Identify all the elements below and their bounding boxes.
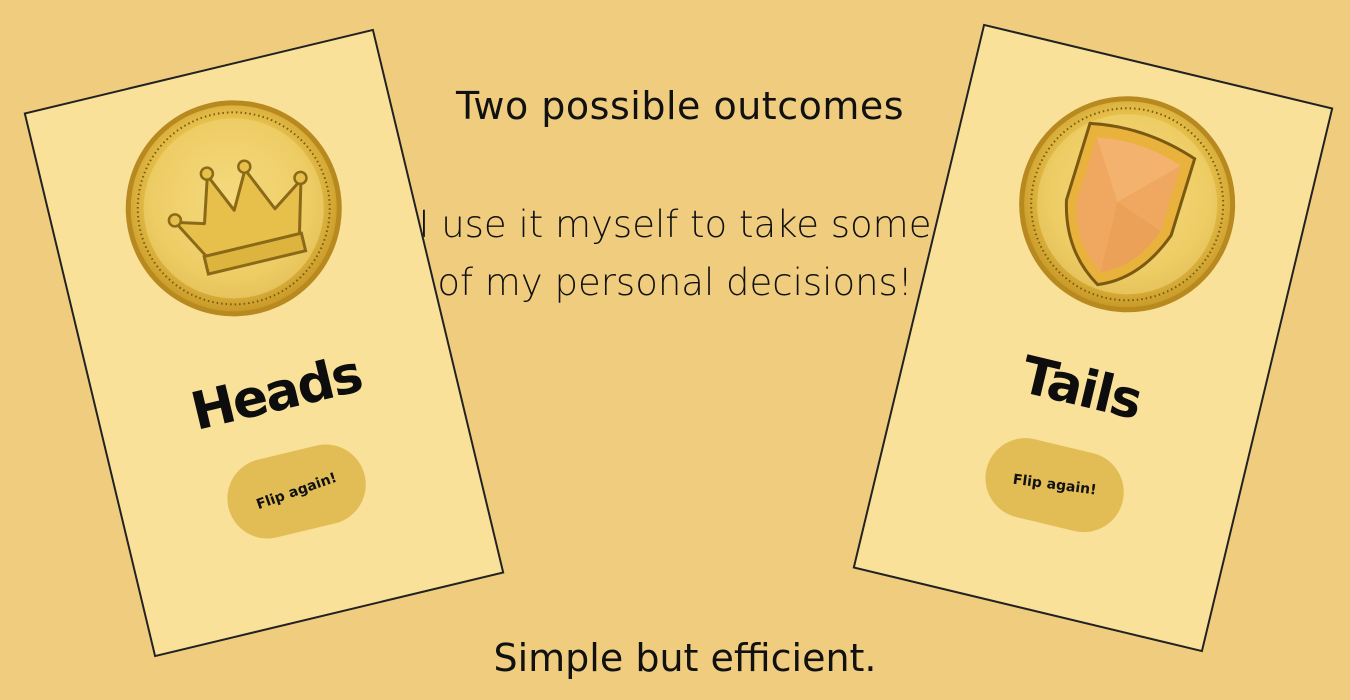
headline: Two possible outcomes <box>455 84 905 128</box>
tagline: Simple but efficient. <box>493 636 877 680</box>
description-text: I use it myself to take some of my perso… <box>418 203 932 304</box>
flip-again-label: Flip again! <box>254 469 339 514</box>
tails-result-label: Tails <box>1015 345 1147 432</box>
flip-again-label: Flip again! <box>1011 471 1098 499</box>
heads-result-label: Heads <box>185 344 367 443</box>
coin-heads-image <box>125 100 342 317</box>
coin-tails-image <box>1019 96 1236 313</box>
flip-again-button[interactable]: Flip again! <box>977 429 1133 541</box>
flip-again-button[interactable]: Flip again! <box>219 436 374 547</box>
